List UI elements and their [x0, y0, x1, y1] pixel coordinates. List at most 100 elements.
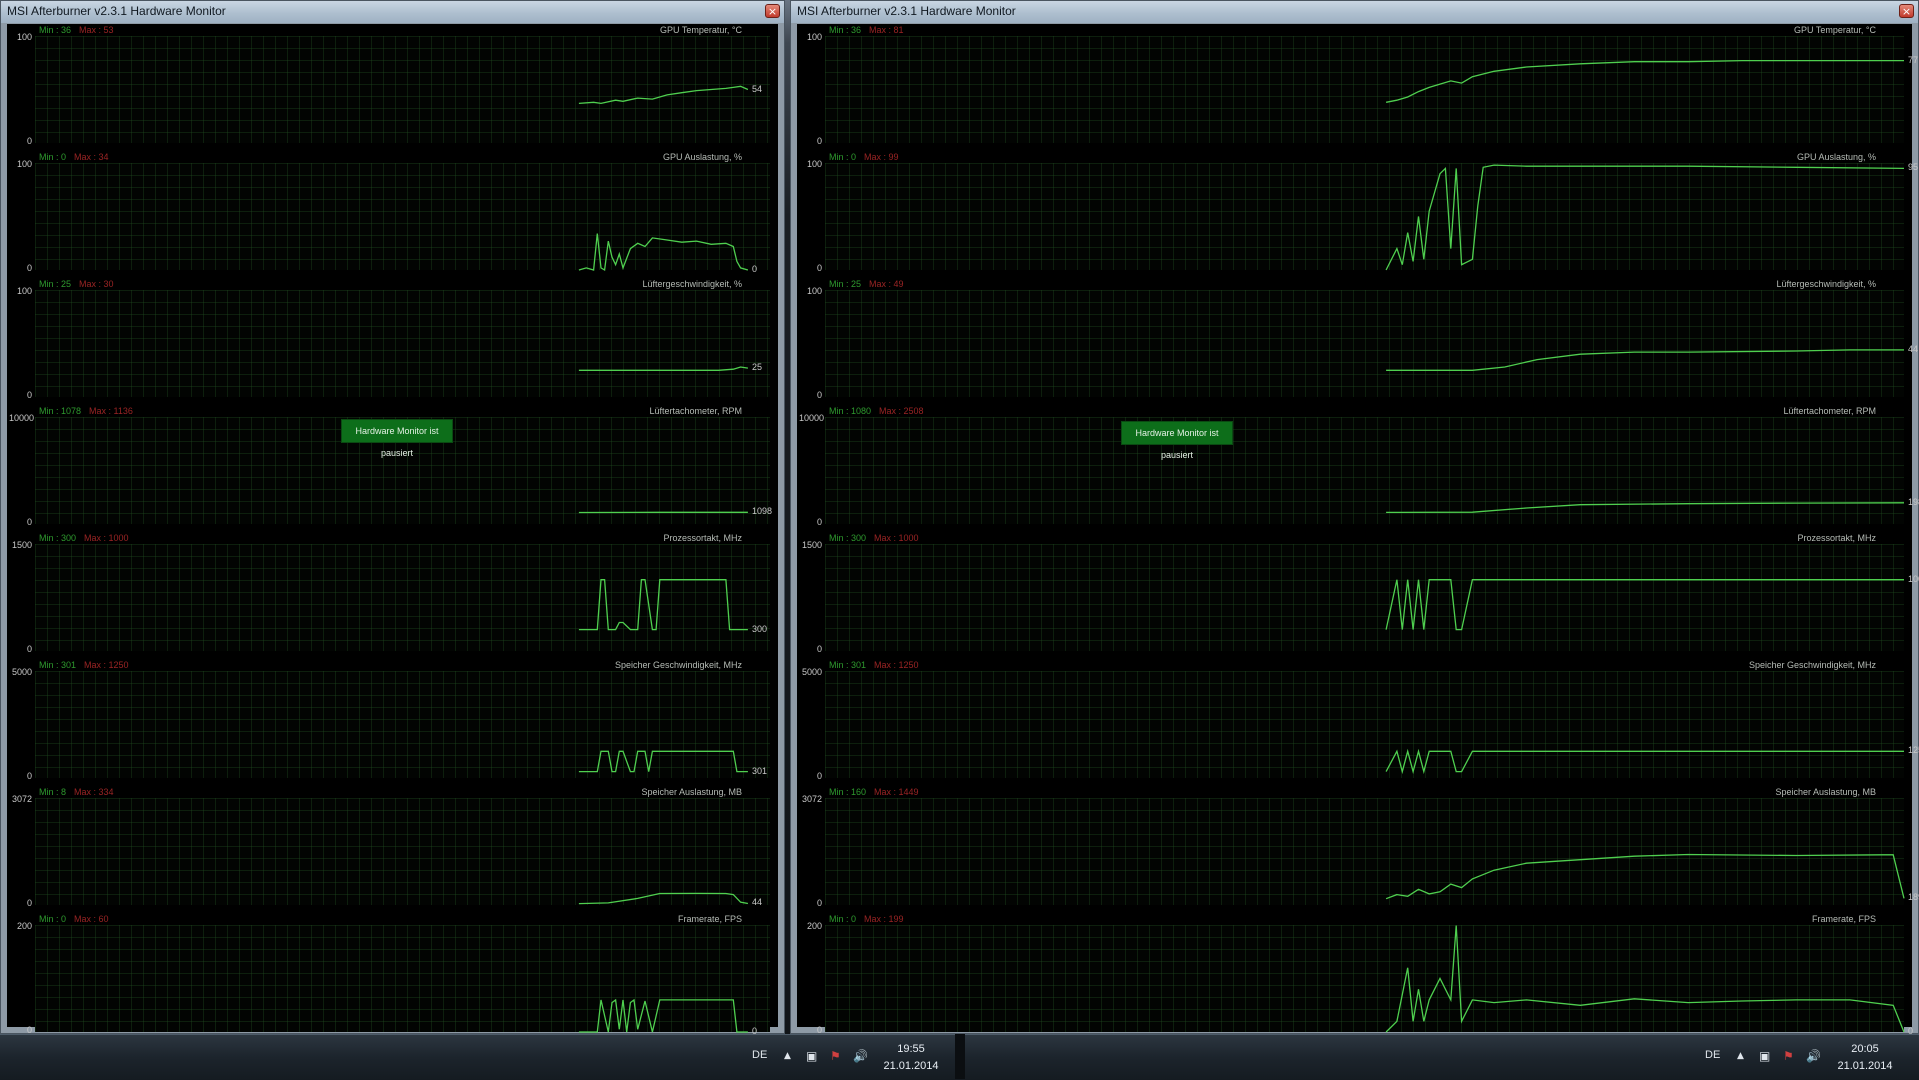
graph-plot[interactable]	[825, 36, 1904, 143]
graph-max-value: Max : 2508	[879, 406, 924, 416]
graph-panel[interactable]: Min : 160Max : 1449Speicher Auslastung, …	[797, 786, 1912, 911]
clock-date[interactable]: 21.01.2014	[881, 1060, 941, 1072]
graph-y-max-label: 100	[799, 159, 822, 169]
graph-panel[interactable]: Min : 300Max : 1000Prozessortakt, MHz150…	[797, 532, 1912, 657]
graph-plot[interactable]	[825, 925, 1904, 1032]
language-indicator[interactable]: DE	[752, 1049, 767, 1061]
graph-min-value: Min : 1078	[39, 406, 81, 416]
graph-minmax: Min : 0 Max : 99	[829, 152, 899, 162]
graph-y-min-label: 0	[799, 898, 822, 908]
graph-title: GPU Auslastung, %	[663, 152, 742, 162]
graph-line	[1386, 165, 1904, 270]
graph-line-canvas	[35, 163, 770, 270]
action-center-flag-icon[interactable]: ⚑	[1783, 1049, 1794, 1063]
graph-min-value: Min : 8	[39, 787, 66, 797]
graph-plot[interactable]	[825, 163, 1904, 270]
graph-line-canvas	[35, 290, 770, 397]
graph-panel[interactable]: Min : 0Max : 60Framerate, FPS20000	[7, 913, 778, 1038]
graph-plot[interactable]	[35, 544, 770, 651]
graph-min-value: Min : 0	[829, 152, 856, 162]
network-icon[interactable]: ▣	[806, 1049, 817, 1063]
graph-panel[interactable]: Min : 1080Max : 2508Lüftertachometer, RP…	[797, 405, 1912, 530]
graph-line	[579, 751, 748, 771]
graph-panel[interactable]: Min : 301Max : 1250Speicher Geschwindigk…	[7, 659, 778, 784]
graph-current-value: 189	[1908, 892, 1919, 902]
expand-tray-icon[interactable]: ▲	[1737, 1051, 1744, 1061]
graph-line	[579, 367, 748, 370]
graph-max-value: Max : 34	[74, 152, 109, 162]
graph-line	[579, 234, 748, 270]
graph-current-value: 1000	[1908, 574, 1919, 584]
network-icon[interactable]: ▣	[1759, 1049, 1770, 1063]
clock-time[interactable]: 20:05	[1835, 1043, 1895, 1055]
graph-title: Lüftertachometer, RPM	[1783, 406, 1876, 416]
graph-y-max-label: 5000	[799, 667, 822, 677]
graph-line-canvas	[825, 163, 1904, 270]
graph-panel[interactable]: Min : 0Max : 34GPU Auslastung, %10000	[7, 151, 778, 276]
graph-minmax: Min : 0 Max : 34	[39, 152, 109, 162]
graph-plot[interactable]	[35, 798, 770, 905]
graph-minmax: Min : 300Max : 1000	[39, 533, 129, 543]
graph-plot[interactable]	[825, 417, 1904, 524]
graph-plot[interactable]	[825, 290, 1904, 397]
graph-plot[interactable]	[825, 544, 1904, 651]
graph-title: GPU Auslastung, %	[1797, 152, 1876, 162]
clock-time[interactable]: 19:55	[881, 1043, 941, 1055]
graph-panel[interactable]: Min : 0Max : 199Framerate, FPS20000	[797, 913, 1912, 1038]
graph-plot[interactable]	[35, 671, 770, 778]
graph-plot[interactable]	[825, 671, 1904, 778]
graph-title: Speicher Auslastung, MB	[641, 787, 742, 797]
graph-line	[579, 1000, 748, 1032]
graph-panel[interactable]: Min : 301Max : 1250Speicher Geschwindigk…	[797, 659, 1912, 784]
graph-panel[interactable]: Min : 8 Max : 334 Speicher Auslastung, MB 3…	[7, 786, 778, 911]
hardware-monitor-window-right[interactable]: MSI Afterburner v2.3.1 Hardware Monitor …	[790, 0, 1919, 1034]
graph-min-value: Min : 25	[829, 279, 861, 289]
speaker-icon[interactable]: 🔊	[853, 1049, 868, 1063]
graph-max-value: Max : 99	[864, 152, 899, 162]
graph-y-max-label: 3072	[9, 794, 32, 804]
graph-panel[interactable]: Min : 25Max : 30Lüftergeschwindigkeit, %…	[7, 278, 778, 403]
graph-plot[interactable]	[35, 36, 770, 143]
graph-title: Lüftergeschwindigkeit, %	[1776, 279, 1876, 289]
graph-current-value: 44	[1908, 344, 1918, 354]
graph-current-value: 300	[752, 624, 767, 634]
graph-plot[interactable]	[35, 925, 770, 1032]
graph-max-value: Max : 60	[74, 914, 109, 924]
graph-title: Lüftergeschwindigkeit, %	[642, 279, 742, 289]
graph-line	[1386, 580, 1904, 630]
graph-title: Speicher Geschwindigkeit, MHz	[1749, 660, 1876, 670]
graph-y-max-label: 1500	[799, 540, 822, 550]
graph-min-value: Min : 0	[39, 152, 66, 162]
graph-plot[interactable]	[35, 163, 770, 270]
graph-area[interactable]: Min : 36Max : 81GPU Temperatur, °C100077…	[797, 24, 1912, 1027]
action-center-flag-icon[interactable]: ⚑	[830, 1049, 841, 1063]
graph-max-value: Max : 1250	[84, 660, 129, 670]
graph-min-value: Min : 0	[39, 914, 66, 924]
graph-line-canvas	[825, 798, 1904, 905]
graph-area[interactable]: Min : 36Max : 53GPU Temperatur, °C100054…	[7, 24, 778, 1027]
graph-title: Speicher Geschwindigkeit, MHz	[615, 660, 742, 670]
graph-max-value: Max : 334	[74, 787, 114, 797]
graph-line	[1386, 751, 1904, 771]
hardware-monitor-window-left[interactable]: MSI Afterburner v2.3.1 Hardware Monitor …	[0, 0, 785, 1034]
graph-line	[579, 86, 748, 103]
language-indicator[interactable]: DE	[1705, 1049, 1720, 1061]
graph-min-value: Min : 300	[829, 533, 866, 543]
expand-tray-icon[interactable]: ▲	[784, 1051, 791, 1061]
graph-plot[interactable]	[825, 798, 1904, 905]
graph-y-min-label: 0	[9, 898, 32, 908]
graph-current-value: 25	[752, 362, 762, 372]
graph-panel[interactable]: Min : 25Max : 49Lüftergeschwindigkeit, %…	[797, 278, 1912, 403]
graph-y-min-label: 0	[9, 644, 32, 654]
graph-y-min-label: 0	[799, 390, 822, 400]
graph-title: Prozessortakt, MHz	[1797, 533, 1876, 543]
speaker-icon[interactable]: 🔊	[1806, 1049, 1821, 1063]
graph-minmax: Min : 0 Max : 60	[39, 914, 109, 924]
clock-date[interactable]: 21.01.2014	[1835, 1060, 1895, 1072]
graph-plot[interactable]	[35, 290, 770, 397]
graph-current-value: 95	[1908, 162, 1918, 172]
graph-line-canvas	[825, 544, 1904, 651]
graph-line-canvas	[825, 417, 1904, 524]
graph-panel[interactable]: Min : 0Max : 99GPU Auslastung, %100095	[797, 151, 1912, 276]
graph-panel[interactable]: Min : 300Max : 1000Prozessortakt, MHz150…	[7, 532, 778, 657]
